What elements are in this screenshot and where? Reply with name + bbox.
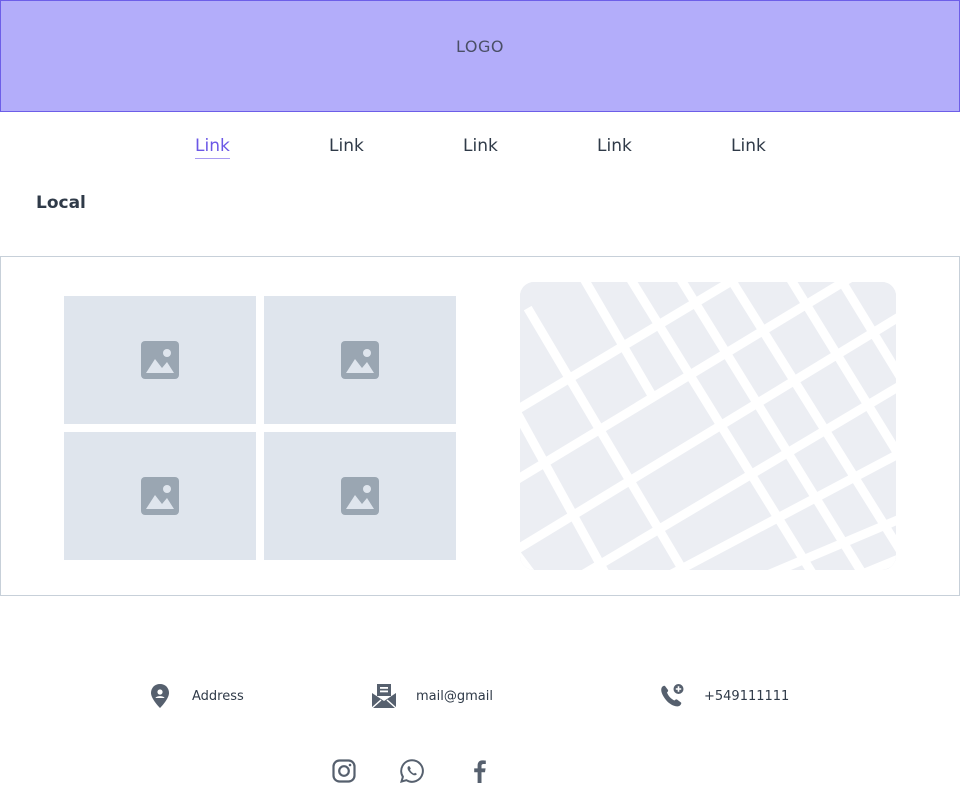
- main-nav: Link Link Link Link Link: [0, 136, 960, 162]
- logo[interactable]: LOGO: [456, 37, 504, 56]
- email-text[interactable]: mail@gmail: [416, 689, 493, 704]
- image-placeholder-icon: [141, 477, 179, 515]
- nav-link-4[interactable]: Link: [597, 136, 632, 158]
- address-text: Address: [192, 688, 244, 704]
- nav-link-1[interactable]: Link: [195, 136, 230, 159]
- image-placeholder-icon: [341, 477, 379, 515]
- nav-link-2[interactable]: Link: [329, 136, 364, 158]
- contact-email: mail@gmail: [371, 683, 493, 709]
- location-pin-icon: [147, 683, 173, 709]
- image-placeholder-icon: [341, 341, 379, 379]
- gallery-image-1[interactable]: [64, 296, 256, 424]
- phone-plus-icon: [659, 683, 685, 709]
- gallery-image-4[interactable]: [264, 432, 456, 560]
- instagram-icon[interactable]: [331, 758, 357, 784]
- gallery-image-3[interactable]: [64, 432, 256, 560]
- site-header: LOGO: [0, 0, 960, 112]
- nav-link-3[interactable]: Link: [463, 136, 498, 158]
- nav-link-5[interactable]: Link: [731, 136, 766, 158]
- phone-text[interactable]: +549111111: [704, 689, 789, 704]
- image-placeholder-icon: [141, 341, 179, 379]
- contact-address: Address: [147, 683, 244, 709]
- map-streets-graphic: [520, 282, 896, 570]
- whatsapp-icon[interactable]: [399, 758, 425, 784]
- map-placeholder[interactable]: [520, 282, 896, 570]
- facebook-icon[interactable]: [467, 758, 493, 784]
- contact-phone: +549111111: [659, 683, 789, 709]
- section-title: Local: [36, 193, 86, 213]
- gallery-image-2[interactable]: [264, 296, 456, 424]
- envelope-open-icon: [371, 683, 397, 709]
